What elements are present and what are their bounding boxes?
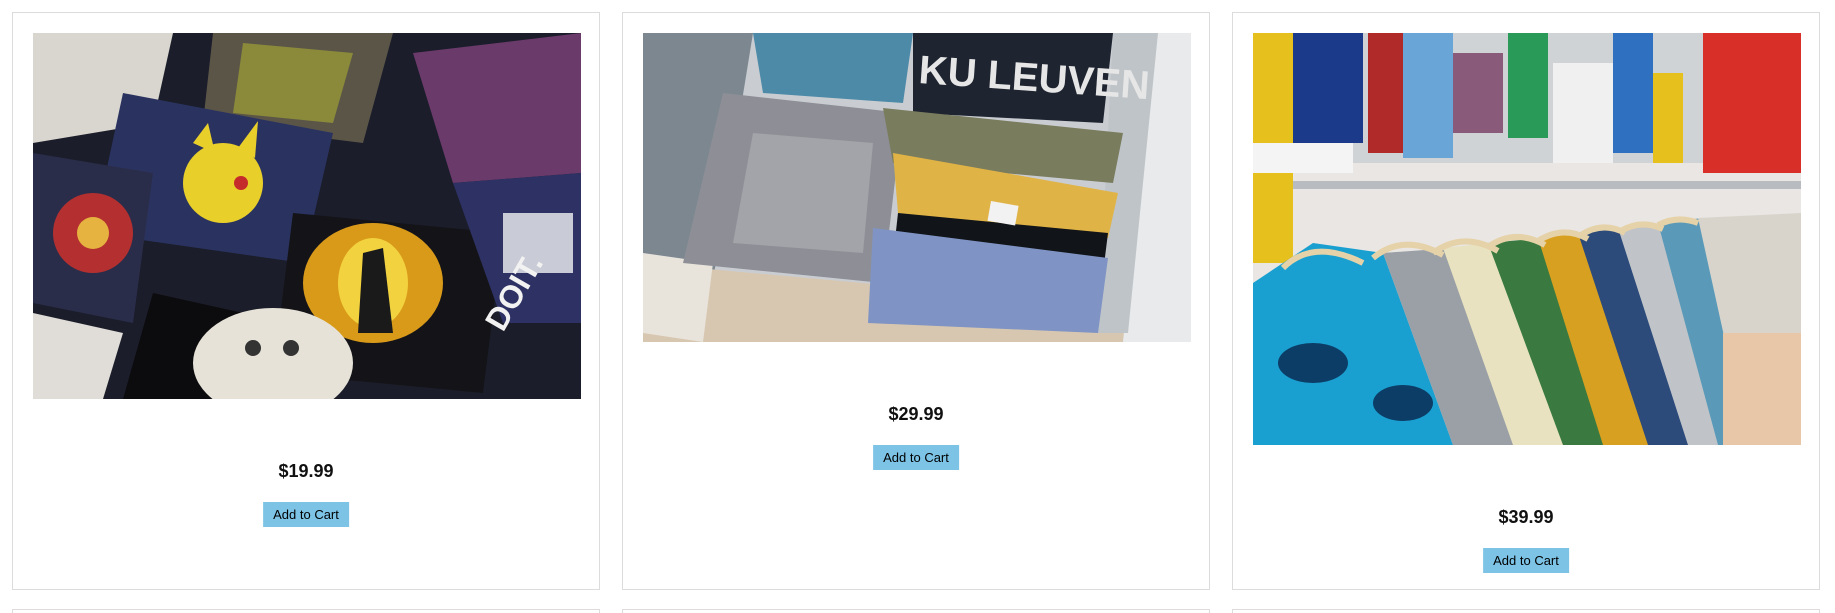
next-row-card-edge: [622, 609, 1210, 613]
product-photo: DOIT.: [33, 33, 581, 399]
add-to-cart-button[interactable]: Add to Cart: [1483, 548, 1569, 573]
add-to-cart-button[interactable]: Add to Cart: [263, 502, 349, 527]
add-to-cart-button[interactable]: Add to Cart: [873, 445, 959, 470]
product-photo: KU LEUVEN: [643, 33, 1191, 342]
next-row-card-edge: [12, 609, 600, 613]
product-card: DOIT. $19.99 Add to Cart: [12, 12, 600, 590]
product-card: $39.99 Add to Cart: [1232, 12, 1820, 590]
product-image-hawaiian-shirts[interactable]: [1253, 33, 1801, 445]
product-price: $19.99: [278, 461, 334, 481]
product-price: $39.99: [1498, 507, 1554, 527]
next-row-card-edge: [1232, 609, 1820, 613]
product-price: $29.99: [888, 404, 944, 424]
product-grid: DOIT. $19.99 Add to Cart KU LEUVEN $29.9…: [0, 0, 1835, 613]
product-image-folded-shirts[interactable]: KU LEUVEN: [643, 33, 1191, 342]
product-card: KU LEUVEN $29.99 Add to Cart: [622, 12, 1210, 590]
product-image-graphic-tees[interactable]: DOIT.: [33, 33, 581, 399]
product-photo: [1253, 33, 1801, 445]
